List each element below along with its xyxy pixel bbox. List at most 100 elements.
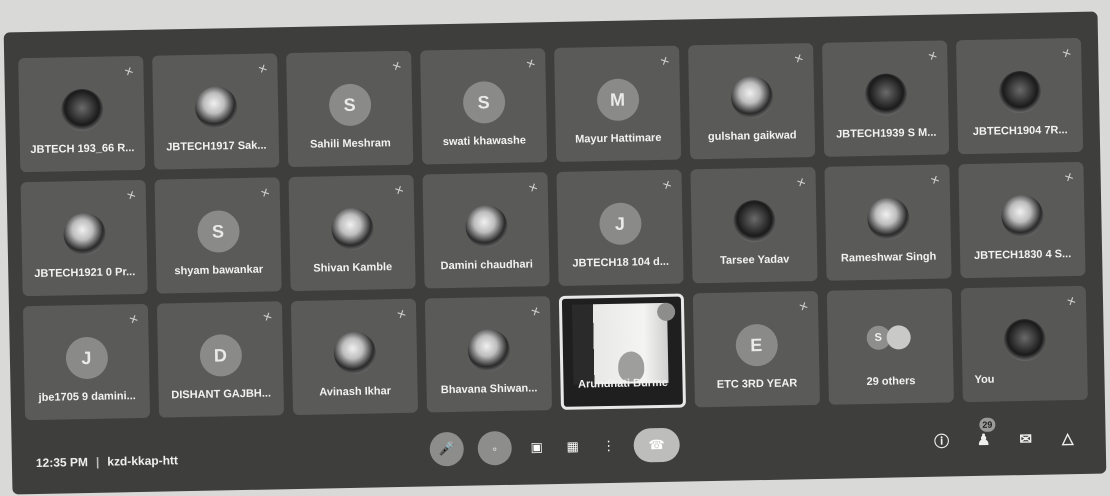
participant-tile[interactable]: ✕ Jjbe1705 9 damini... [22, 303, 151, 421]
participant-name: JBTECH1939 S M... [836, 126, 937, 141]
participant-name: JBTECH1904 7R... [972, 124, 1068, 138]
participant-tile[interactable]: ✕ gulshan gaikwad [688, 43, 816, 160]
participant-avatar: S [462, 80, 505, 124]
self-avatar [1002, 318, 1046, 362]
participant-tile[interactable]: ✕ Bhavana Shiwan... [424, 296, 553, 413]
participant-tile[interactable]: ✕ D DISHANT GAJBH... [156, 301, 285, 418]
mic-muted-icon: ✕ [796, 299, 811, 315]
participant-tile[interactable]: ✕ E ETC 3RD YEAR [692, 290, 820, 408]
participant-avatar: S [196, 210, 240, 253]
camera-off-icon[interactable]: ◦ [477, 430, 513, 466]
participant-name: Avinash Ikhar [319, 385, 392, 399]
participant-name: Bhavana Shiwan... [440, 382, 538, 397]
participant-grid: ✕ JBTECH 193_66 R... ✕ JBTECH1917 Sak... ✕ S S… [18, 37, 1091, 421]
participant-name: ETC 3RD YEAR [716, 377, 798, 391]
end-call-icon[interactable]: ☎ [633, 427, 681, 463]
present-icon[interactable]: ▦ [561, 429, 584, 463]
mic-muted-icon: ✕ [256, 62, 270, 77]
others-label: 29 others [866, 375, 916, 389]
captions-icon[interactable]: ▣ [525, 430, 548, 464]
mic-muted-icon: ✕ [928, 173, 943, 189]
participant-name: Rameshwar Singh [840, 250, 937, 265]
participant-name: Damini chaudhari [440, 258, 533, 273]
mic-muted-icon: ✕ [394, 307, 409, 323]
participant-tile[interactable]: ✕ J JBTECH18 104 d... [556, 169, 684, 286]
participant-tile[interactable]: ✕ JBTECH1939 S M... [822, 40, 950, 157]
participant-avatar [62, 212, 106, 256]
participant-name: swati khawashe [442, 134, 527, 149]
activities-icon[interactable]: △ [1055, 426, 1079, 450]
self-name: You [974, 373, 995, 386]
participant-avatar: J [598, 202, 642, 246]
participant-tile[interactable]: ✕ S Sahili Meshram [286, 50, 414, 168]
participant-tile[interactable]: ✕ Rameshwar Singh [824, 164, 952, 281]
participant-avatar: J [65, 336, 108, 380]
others-avatars: S [865, 325, 911, 351]
participant-name: Tarsee Yadav [719, 253, 790, 267]
participant-avatar [864, 73, 907, 117]
mic-off-icon[interactable]: 🎤 [429, 431, 465, 467]
active-speaker-tile[interactable]: Arundhati Burme [558, 293, 686, 410]
info-icon[interactable]: ⓘ [929, 428, 953, 452]
mic-muted-icon: ✕ [794, 175, 809, 191]
chat-icon[interactable]: ✉ [1013, 427, 1037, 451]
mic-muted-icon: ✕ [526, 180, 541, 196]
speaker-mini-avatar [656, 302, 676, 322]
participant-tile[interactable]: ✕ M Mayur Hattimare [554, 45, 682, 162]
participant-name: Arundhati Burme [577, 376, 669, 391]
participant-avatar: M [596, 78, 639, 122]
participant-avatar [732, 199, 776, 243]
participant-avatar: D [199, 334, 242, 377]
mic-muted-icon: ✕ [390, 59, 404, 75]
participant-name: jbe1705 9 damini... [38, 390, 136, 404]
mic-muted-icon: ✕ [258, 186, 273, 201]
participant-avatar [466, 328, 510, 372]
meeting-info: 12:35 PM | kzd-kkap-htt [36, 453, 178, 470]
participant-avatar [332, 331, 376, 375]
participant-tile[interactable]: ✕ Avinash Ikhar [290, 298, 419, 416]
participant-tile[interactable]: ✕ JBTECH1917 Sak... [152, 53, 280, 170]
participant-name: JBTECH1830 4 S... [973, 248, 1072, 262]
self-tile[interactable]: ✕ You [960, 285, 1088, 403]
participant-tile[interactable]: ✕ JBTECH 193_66 R... [18, 55, 146, 173]
participant-tile[interactable]: ✕ Shivan Kamble [288, 174, 416, 292]
participant-name: JBTECH1921 0 Pr... [34, 266, 136, 280]
mic-muted-icon: ✕ [1060, 46, 1074, 62]
more-icon[interactable]: ⋮ [597, 429, 620, 463]
participant-tile[interactable]: ✕ Sshyam bawankar [154, 177, 282, 294]
participant-tile[interactable]: ✕ JBTECH1921 0 Pr... [20, 179, 148, 297]
participant-name: JBTECH 193_66 R... [30, 142, 135, 157]
participant-avatar [60, 88, 104, 132]
mic-muted-icon: ✕ [392, 183, 407, 199]
people-icon[interactable]: ♟ 29 [971, 417, 996, 452]
bottom-bar: 12:35 PM | kzd-kkap-htt 🎤 ◦ ▣ ▦ ⋮ ☎ ⓘ ♟ 29 … [11, 411, 1106, 494]
participant-avatar [998, 70, 1041, 114]
others-avatar [885, 325, 911, 350]
mic-muted-icon: ✕ [524, 56, 538, 72]
participant-tile[interactable]: ✕ Damini chaudhari [422, 172, 550, 289]
participant-tile[interactable]: ✕ Sswati khawashe [420, 48, 548, 165]
mic-muted-icon: ✕ [528, 304, 543, 320]
participant-tile[interactable]: ✕ JBTECH1830 4 S... [958, 161, 1086, 279]
participant-tile[interactable]: ✕ Tarsee Yadav [690, 166, 818, 284]
participant-tile[interactable]: ✕ JBTECH1904 7R... [955, 37, 1084, 155]
meeting-code: kzd-kkap-htt [107, 453, 179, 469]
meeting-time: 12:35 PM [35, 455, 89, 471]
mic-muted-icon: ✕ [926, 49, 940, 65]
mic-muted-icon: ✕ [124, 188, 139, 204]
call-controls: 🎤 ◦ ▣ ▦ ⋮ ☎ [429, 427, 681, 467]
mic-muted-icon: ✕ [660, 178, 675, 194]
participant-avatar [194, 86, 238, 129]
others-tile[interactable]: S 29 others [826, 288, 954, 405]
participant-avatar: E [734, 323, 778, 367]
participant-name: Mayur Hattimare [575, 131, 662, 146]
mic-muted-icon: ✕ [792, 51, 806, 67]
participant-name: Sahili Meshram [309, 137, 391, 151]
participant-avatar [464, 204, 508, 248]
participant-name: Shivan Kamble [313, 261, 393, 275]
meeting-info-separator: | [95, 454, 100, 469]
meet-window: ✕ JBTECH 193_66 R... ✕ JBTECH1917 Sak... ✕ S S… [3, 11, 1107, 495]
participant-video [571, 302, 669, 385]
mic-muted-icon: ✕ [122, 64, 136, 80]
side-controls: ⓘ ♟ 29 ✉ △ [929, 417, 1079, 453]
